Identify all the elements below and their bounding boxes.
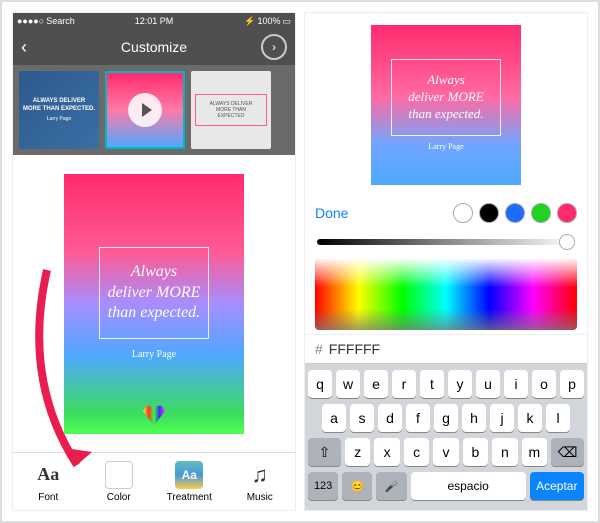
- key-n[interactable]: n: [492, 438, 517, 466]
- hex-input[interactable]: [329, 341, 577, 357]
- key-y[interactable]: y: [448, 370, 472, 398]
- brightness-slider[interactable]: [305, 229, 587, 254]
- tab-font-label: Font: [38, 492, 58, 503]
- preview-author: Larry Page: [132, 349, 176, 360]
- swatch-black[interactable]: [479, 203, 499, 223]
- battery-percent: 100%: [257, 16, 280, 26]
- key-space[interactable]: espacio: [411, 472, 526, 500]
- key-i[interactable]: i: [504, 370, 528, 398]
- swatch-blue[interactable]: [505, 203, 525, 223]
- swatch-green[interactable]: [531, 203, 551, 223]
- font-icon: Aa: [34, 461, 62, 489]
- key-q[interactable]: q: [308, 370, 332, 398]
- key-v[interactable]: v: [433, 438, 458, 466]
- key-g[interactable]: g: [434, 404, 458, 432]
- tab-font[interactable]: Aa Font: [13, 453, 84, 510]
- carrier-signal-icon: ●●●●○: [17, 16, 44, 26]
- key-u[interactable]: u: [476, 370, 500, 398]
- right-preview-author: Larry Page: [428, 142, 463, 151]
- key-shift[interactable]: ⇧: [308, 438, 341, 466]
- tab-treatment-label: Treatment: [167, 492, 212, 503]
- key-x[interactable]: x: [374, 438, 399, 466]
- bottom-tab-bar: Aa Font Color Aa Treatment ♫ Music: [13, 452, 295, 510]
- tab-treatment[interactable]: Aa Treatment: [154, 453, 225, 510]
- ios-keyboard: q w e r t y u i o p a s d f g h j k l: [305, 364, 587, 510]
- template-option-1[interactable]: ALWAYS DELIVER MORE THAN EXPECTED. Larry…: [19, 71, 99, 149]
- page-title: Customize: [121, 39, 187, 55]
- color-swatch-icon: [105, 461, 133, 489]
- play-icon[interactable]: [128, 93, 162, 127]
- next-button[interactable]: ›: [261, 34, 287, 60]
- status-bar: ●●●●○ Search 12:01 PM ⚡ 100% ▭: [13, 13, 295, 29]
- swatch-pink[interactable]: [557, 203, 577, 223]
- key-w[interactable]: w: [336, 370, 360, 398]
- keyboard-row-3: ⇧ z x c v b n m ⌫: [308, 438, 584, 466]
- bluetooth-icon: ⚡: [244, 16, 255, 27]
- keyboard-row-2: a s d f g h j k l: [308, 404, 584, 432]
- key-backspace[interactable]: ⌫: [551, 438, 584, 466]
- key-o[interactable]: o: [532, 370, 556, 398]
- template-option-3[interactable]: ALWAYS DELIVER MORE THAN EXPECTED: [191, 71, 271, 149]
- key-c[interactable]: c: [404, 438, 429, 466]
- main-preview-area: Always deliver MORE than expected. Larry…: [13, 155, 295, 452]
- statusbar-time: 12:01 PM: [135, 16, 174, 26]
- key-a[interactable]: a: [322, 404, 346, 432]
- key-s[interactable]: s: [350, 404, 374, 432]
- key-d[interactable]: d: [378, 404, 402, 432]
- tab-music-label: Music: [247, 492, 273, 503]
- brightness-thumb[interactable]: [559, 234, 575, 250]
- hue-saturation-picker[interactable]: [315, 259, 577, 330]
- template-3-text: ALWAYS DELIVER MORE THAN EXPECTED: [195, 94, 267, 126]
- key-j[interactable]: j: [490, 404, 514, 432]
- customize-header: ‹ Customize ›: [13, 29, 295, 65]
- key-f[interactable]: f: [406, 404, 430, 432]
- key-k[interactable]: k: [518, 404, 542, 432]
- battery-icon: ▭: [282, 16, 291, 27]
- right-preview-quote: Always deliver MORE than expected.: [391, 59, 501, 136]
- swatch-white[interactable]: [453, 203, 473, 223]
- right-preview-card: Always deliver MORE than expected. Larry…: [371, 25, 521, 185]
- template-option-2-selected[interactable]: [105, 71, 185, 149]
- key-z[interactable]: z: [345, 438, 370, 466]
- hex-input-row: #: [305, 334, 587, 364]
- key-enter[interactable]: Aceptar: [530, 472, 584, 500]
- treatment-icon: Aa: [175, 461, 203, 489]
- template-1-author: Larry Page: [47, 116, 71, 122]
- template-1-text: ALWAYS DELIVER MORE THAN EXPECTED.: [23, 98, 95, 112]
- key-123[interactable]: 123: [308, 472, 338, 500]
- key-l[interactable]: l: [546, 404, 570, 432]
- preview-card[interactable]: Always deliver MORE than expected. Larry…: [64, 174, 244, 434]
- key-m[interactable]: m: [522, 438, 547, 466]
- hash-symbol: #: [315, 341, 323, 357]
- key-emoji[interactable]: 😊: [342, 472, 372, 500]
- tab-color-label: Color: [107, 492, 131, 503]
- key-r[interactable]: r: [392, 370, 416, 398]
- right-phone-screen: Always deliver MORE than expected. Larry…: [304, 12, 588, 511]
- key-mic[interactable]: 🎤: [376, 472, 406, 500]
- left-phone-screen: ●●●●○ Search 12:01 PM ⚡ 100% ▭ ‹ Customi…: [12, 12, 296, 511]
- key-b[interactable]: b: [463, 438, 488, 466]
- tab-color[interactable]: Color: [84, 453, 155, 510]
- template-strip[interactable]: ALWAYS DELIVER MORE THAN EXPECTED. Larry…: [13, 65, 295, 155]
- done-button[interactable]: Done: [315, 205, 348, 221]
- keyboard-row-1: q w e r t y u i o p: [308, 370, 584, 398]
- brightness-track: [317, 239, 575, 245]
- color-toolbar: Done: [305, 197, 587, 230]
- color-preview-area: Always deliver MORE than expected. Larry…: [305, 13, 587, 197]
- app-logo-icon: [143, 404, 165, 426]
- key-p[interactable]: p: [560, 370, 584, 398]
- back-chevron-icon[interactable]: ‹: [21, 37, 27, 58]
- music-note-icon: ♫: [246, 461, 274, 489]
- back-to-app[interactable]: Search: [46, 16, 75, 26]
- key-e[interactable]: e: [364, 370, 388, 398]
- preview-quote: Always deliver MORE than expected.: [99, 247, 210, 339]
- tab-music[interactable]: ♫ Music: [225, 453, 296, 510]
- keyboard-row-4: 123 😊 🎤 espacio Aceptar: [308, 472, 584, 500]
- key-t[interactable]: t: [420, 370, 444, 398]
- color-swatch-row: [453, 203, 577, 223]
- key-h[interactable]: h: [462, 404, 486, 432]
